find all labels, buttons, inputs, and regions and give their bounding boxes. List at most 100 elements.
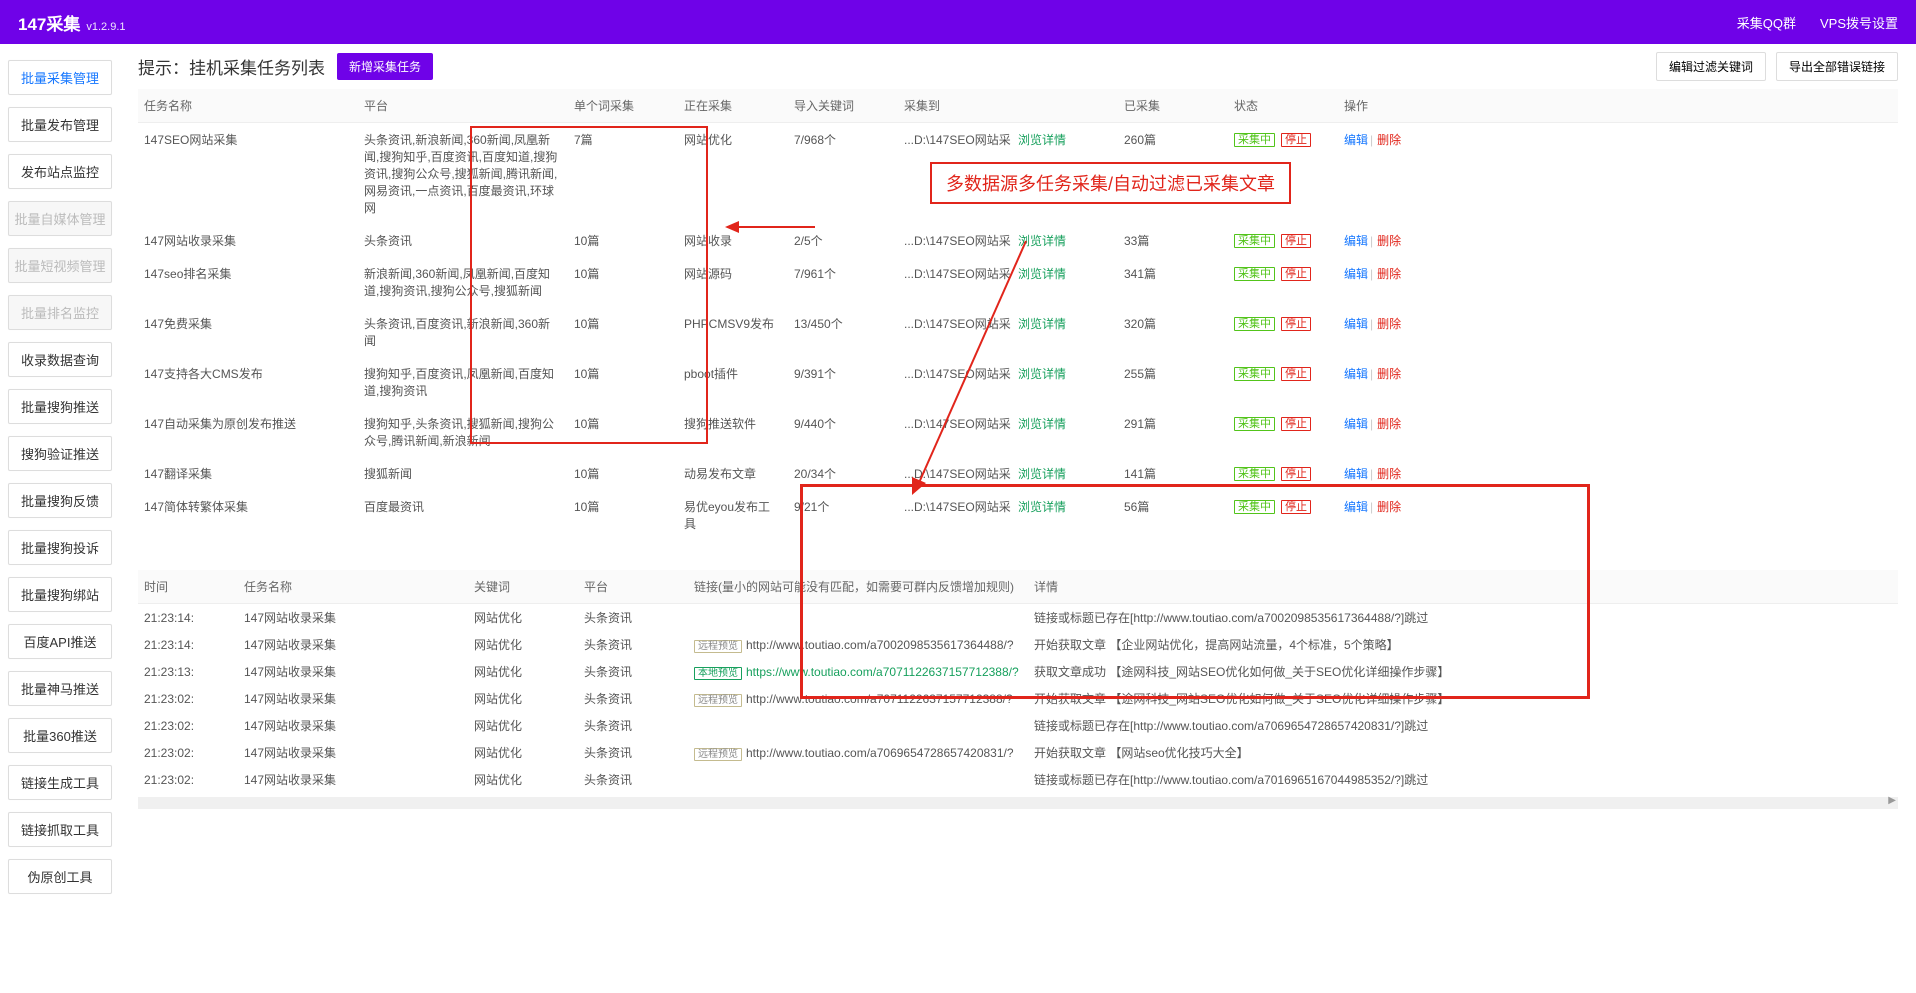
edit-link[interactable]: 编辑 xyxy=(1344,267,1368,281)
stop-button[interactable]: 停止 xyxy=(1281,267,1311,281)
browse-detail-link[interactable]: 浏览详情 xyxy=(1018,367,1066,381)
task-collecting: 搜狗推送软件 xyxy=(678,407,788,457)
edit-link[interactable]: 编辑 xyxy=(1344,467,1368,481)
task-collect-to: ...D:\147SEO网站采 浏览详情 xyxy=(898,307,1118,357)
stop-button[interactable]: 停止 xyxy=(1281,317,1311,331)
task-platform: 搜狗知乎,百度资讯,凤凰新闻,百度知道,搜狗资讯 xyxy=(358,357,568,407)
sidebar-item-14[interactable]: 批量360推送 xyxy=(8,718,112,753)
sidebar-item-12[interactable]: 百度API推送 xyxy=(8,624,112,659)
browse-detail-link[interactable]: 浏览详情 xyxy=(1018,467,1066,481)
delete-link[interactable]: 删除 xyxy=(1377,317,1401,331)
log-link: 远程预览 http://www.toutiao.com/a700209853561… xyxy=(688,631,1028,658)
sidebar-item-0[interactable]: 批量采集管理 xyxy=(8,60,112,95)
task-row: 147免费采集头条资讯,百度资讯,新浪新闻,360新闻10篇PHPCMSV9发布… xyxy=(138,307,1898,357)
browse-detail-link[interactable]: 浏览详情 xyxy=(1018,317,1066,331)
top-bar-left: 147采集 v1.2.9.1 xyxy=(18,10,126,35)
sidebar-item-15[interactable]: 链接生成工具 xyxy=(8,765,112,800)
col-status: 状态 xyxy=(1228,89,1338,123)
log-url[interactable]: http://www.toutiao.com/a7002098535617364… xyxy=(746,638,1014,652)
sidebar-item-7[interactable]: 批量搜狗推送 xyxy=(8,389,112,424)
stop-button[interactable]: 停止 xyxy=(1281,467,1311,481)
browse-detail-link[interactable]: 浏览详情 xyxy=(1018,234,1066,248)
task-collected: 255篇 xyxy=(1118,357,1228,407)
sidebar-item-1[interactable]: 批量发布管理 xyxy=(8,107,112,142)
remote-preview-tag[interactable]: 远程预览 xyxy=(694,694,742,707)
top-bar-right: 采集QQ群 VPS拨号设置 xyxy=(1737,13,1898,32)
task-collecting: pboot插件 xyxy=(678,357,788,407)
sidebar-item-8[interactable]: 搜狗验证推送 xyxy=(8,436,112,471)
log-platform: 头条资讯 xyxy=(578,631,688,658)
task-collected: 341篇 xyxy=(1118,257,1228,307)
edit-link[interactable]: 编辑 xyxy=(1344,417,1368,431)
task-status: 采集中停止 xyxy=(1228,357,1338,407)
log-url[interactable]: http://www.toutiao.com/a7071122637157712… xyxy=(746,692,1013,706)
edit-link[interactable]: 编辑 xyxy=(1344,234,1368,248)
log-col-keyword: 关键词 xyxy=(468,570,578,604)
sidebar-item-2[interactable]: 发布站点监控 xyxy=(8,154,112,189)
export-errors-button[interactable]: 导出全部错误链接 xyxy=(1776,52,1898,81)
log-row: 21:23:13:147网站收录采集网站优化头条资讯本地预览https://ww… xyxy=(138,658,1898,685)
browse-detail-link[interactable]: 浏览详情 xyxy=(1018,267,1066,281)
delete-link[interactable]: 删除 xyxy=(1377,267,1401,281)
stop-button[interactable]: 停止 xyxy=(1281,417,1311,431)
log-time: 21:23:02: xyxy=(138,685,238,712)
task-import-kw: 7/968个 xyxy=(788,123,898,225)
log-link xyxy=(688,766,1028,793)
vps-dial-link[interactable]: VPS拨号设置 xyxy=(1820,13,1898,32)
edit-link[interactable]: 编辑 xyxy=(1344,133,1368,147)
log-url[interactable]: https://www.toutiao.com/a707112263715771… xyxy=(746,665,1019,679)
sidebar-item-17[interactable]: 伪原创工具 xyxy=(8,859,112,894)
task-collect-to: ...D:\147SEO网站采 浏览详情 xyxy=(898,357,1118,407)
remote-preview-tag[interactable]: 远程预览 xyxy=(694,748,742,761)
sidebar-item-13[interactable]: 批量神马推送 xyxy=(8,671,112,706)
task-table: 任务名称 平台 单个词采集 正在采集 导入关键词 采集到 已采集 状态 操作 1… xyxy=(138,89,1898,540)
delete-link[interactable]: 删除 xyxy=(1377,417,1401,431)
task-row: 147翻译采集搜狐新闻10篇动易发布文章20/34个...D:\147SEO网站… xyxy=(138,457,1898,490)
sidebar-item-16[interactable]: 链接抓取工具 xyxy=(8,812,112,847)
log-platform: 头条资讯 xyxy=(578,766,688,793)
delete-link[interactable]: 删除 xyxy=(1377,133,1401,147)
task-collecting: 动易发布文章 xyxy=(678,457,788,490)
stop-button[interactable]: 停止 xyxy=(1281,500,1311,514)
qq-group-link[interactable]: 采集QQ群 xyxy=(1737,13,1796,32)
delete-link[interactable]: 删除 xyxy=(1377,234,1401,248)
edit-link[interactable]: 编辑 xyxy=(1344,367,1368,381)
sidebar-item-5: 批量排名监控 xyxy=(8,295,112,330)
edit-filter-button[interactable]: 编辑过滤关键词 xyxy=(1656,52,1766,81)
task-collecting: 易优eyou发布工具 xyxy=(678,490,788,540)
browse-detail-link[interactable]: 浏览详情 xyxy=(1018,500,1066,514)
new-task-button[interactable]: 新增采集任务 xyxy=(337,53,433,80)
stop-button[interactable]: 停止 xyxy=(1281,367,1311,381)
stop-button[interactable]: 停止 xyxy=(1281,133,1311,147)
log-url[interactable]: http://www.toutiao.com/a7069654728657420… xyxy=(746,746,1014,760)
delete-link[interactable]: 删除 xyxy=(1377,467,1401,481)
task-status: 采集中停止 xyxy=(1228,490,1338,540)
log-detail: 开始获取文章 【企业网站优化，提高网站流量，4个标准，5个策略】 xyxy=(1028,631,1898,658)
sidebar-item-11[interactable]: 批量搜狗绑站 xyxy=(8,577,112,612)
delete-link[interactable]: 删除 xyxy=(1377,367,1401,381)
log-col-link: 链接(量小的网站可能没有匹配，如需要可群内反馈增加规则) xyxy=(688,570,1028,604)
task-ops: 编辑|删除 xyxy=(1338,307,1898,357)
sidebar-item-6[interactable]: 收录数据查询 xyxy=(8,342,112,377)
task-collect-to: ...D:\147SEO网站采 浏览详情 xyxy=(898,224,1118,257)
browse-detail-link[interactable]: 浏览详情 xyxy=(1018,133,1066,147)
log-detail: 链接或标题已存在[http://www.toutiao.com/a7069654… xyxy=(1028,712,1898,739)
sidebar-item-9[interactable]: 批量搜狗反馈 xyxy=(8,483,112,518)
task-row: 147简体转繁体采集百度最资讯10篇易优eyou发布工具9/21个...D:\1… xyxy=(138,490,1898,540)
stop-button[interactable]: 停止 xyxy=(1281,234,1311,248)
horizontal-scrollbar[interactable] xyxy=(138,797,1898,809)
local-preview-tag[interactable]: 本地预览 xyxy=(694,667,742,680)
status-badge: 采集中 xyxy=(1234,267,1275,281)
edit-link[interactable]: 编辑 xyxy=(1344,500,1368,514)
task-import-kw: 9/391个 xyxy=(788,357,898,407)
task-status: 采集中停止 xyxy=(1228,407,1338,457)
sidebar-item-10[interactable]: 批量搜狗投诉 xyxy=(8,530,112,565)
sidebar-item-3: 批量自媒体管理 xyxy=(8,201,112,236)
task-platform: 新浪新闻,360新闻,凤凰新闻,百度知道,搜狗资讯,搜狗公众号,搜狐新闻 xyxy=(358,257,568,307)
task-collected: 320篇 xyxy=(1118,307,1228,357)
remote-preview-tag[interactable]: 远程预览 xyxy=(694,640,742,653)
col-ops: 操作 xyxy=(1338,89,1898,123)
edit-link[interactable]: 编辑 xyxy=(1344,317,1368,331)
browse-detail-link[interactable]: 浏览详情 xyxy=(1018,417,1066,431)
delete-link[interactable]: 删除 xyxy=(1377,500,1401,514)
